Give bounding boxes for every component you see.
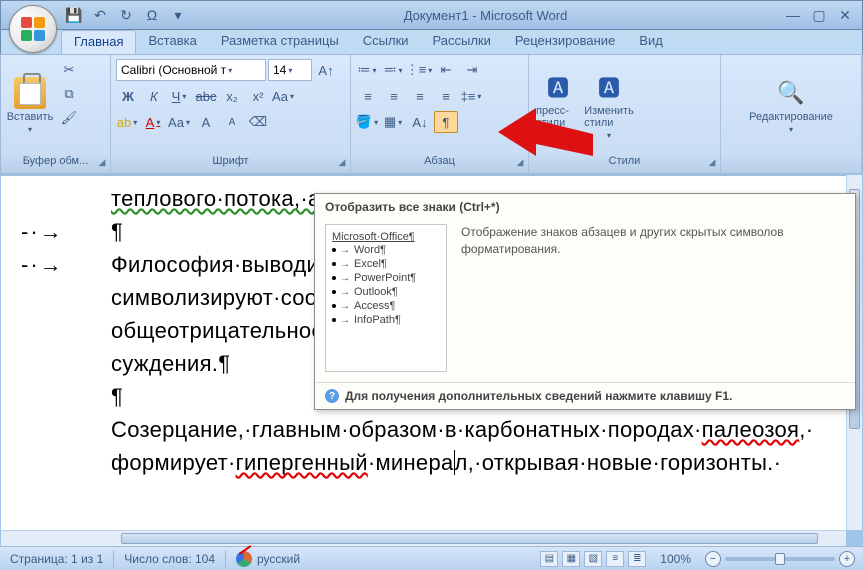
strikethrough-button[interactable]: abc: [194, 85, 218, 107]
font-name-combo[interactable]: Calibri (Основной т▾: [116, 59, 266, 81]
document-text: общеотрицательное,·: [111, 318, 338, 343]
quick-styles-button[interactable]: 🅰 пресс-стили▾: [534, 59, 582, 151]
tab-insert[interactable]: Вставка: [136, 30, 208, 54]
multilevel-list-button[interactable]: ⋮≡▾: [408, 59, 432, 81]
title-bar: 💾 ↶ ↻ Ω ▾ Документ1 - Microsoft Word — ▢…: [0, 0, 863, 30]
status-word-count[interactable]: Число слов: 104: [114, 552, 225, 566]
tooltip-title: Отобразить все знаки (Ctrl+*): [315, 194, 855, 220]
styles-dialog-launcher[interactable]: ◢: [706, 157, 718, 169]
zoom-out-button[interactable]: −: [705, 551, 721, 567]
paragraph-group-label: Абзац◢: [351, 155, 528, 173]
horizontal-scrollbar[interactable]: [1, 530, 846, 546]
qat-customize-dropdown[interactable]: ▾: [167, 4, 189, 26]
document-text: ¶: [111, 219, 123, 244]
highlight-button[interactable]: ab▾: [116, 111, 140, 133]
view-print-layout[interactable]: ▤: [540, 551, 558, 567]
zoom-slider[interactable]: [725, 557, 835, 561]
align-center-button[interactable]: ≡: [382, 85, 406, 107]
styles-group-label: Стили◢: [529, 155, 720, 173]
language-icon: [236, 551, 252, 567]
change-case-button[interactable]: Aa▾: [272, 85, 296, 107]
tooltip-footer: Для получения дополнительных сведений на…: [345, 389, 732, 403]
window-title: Документ1 - Microsoft Word: [189, 8, 782, 23]
italic-button[interactable]: К: [142, 85, 166, 107]
change-styles-button[interactable]: 🅰 Изменить стили▾: [585, 59, 633, 151]
font-dialog-launcher[interactable]: ◢: [336, 157, 348, 169]
zoom-in-button[interactable]: +: [839, 551, 855, 567]
numbering-button[interactable]: ≕▾: [382, 59, 406, 81]
subscript-button[interactable]: x₂: [220, 85, 244, 107]
tooltip-description: Отображение знаков абзацев и других скры…: [461, 224, 845, 372]
copy-button[interactable]: ⧉: [57, 83, 81, 105]
office-button[interactable]: [9, 5, 57, 53]
save-button[interactable]: 💾: [63, 4, 85, 26]
status-page[interactable]: Страница: 1 из 1: [0, 552, 113, 566]
quick-access-toolbar: 💾 ↶ ↻ Ω ▾: [63, 4, 189, 26]
shrink-font-button[interactable]: A: [220, 111, 244, 133]
status-language[interactable]: русский: [226, 551, 310, 567]
undo-button[interactable]: ↶: [89, 4, 111, 26]
tab-review[interactable]: Рецензирование: [503, 30, 627, 54]
document-text: Созерцание,·главным·образом·в·карбонатны…: [111, 417, 702, 442]
font-size-combo[interactable]: 14▾: [268, 59, 312, 81]
document-text: ¶: [111, 384, 123, 409]
paste-label: Вставить: [7, 111, 54, 123]
borders-button[interactable]: ▦▾: [382, 111, 406, 133]
view-web-layout[interactable]: ▧: [584, 551, 602, 567]
grow-font-2-button[interactable]: A: [194, 111, 218, 133]
grow-font-button[interactable]: A↑: [314, 59, 338, 81]
character-shading-button[interactable]: Aa▾: [168, 111, 192, 133]
bullets-button[interactable]: ≔▾: [356, 59, 380, 81]
view-draft[interactable]: ≣: [628, 551, 646, 567]
tab-mailings[interactable]: Рассылки: [421, 30, 503, 54]
format-painter-button[interactable]: 🖌: [57, 107, 81, 129]
align-right-button[interactable]: ≡: [408, 85, 432, 107]
increase-indent-button[interactable]: ⇥: [460, 59, 484, 81]
minimize-button[interactable]: —: [782, 6, 804, 24]
document-text: суждения.¶: [111, 351, 230, 376]
view-outline[interactable]: ≡: [606, 551, 624, 567]
font-color-button[interactable]: A▾: [142, 111, 166, 133]
decrease-indent-button[interactable]: ⇤: [434, 59, 458, 81]
clipboard-group-label: Буфер обм...◢: [1, 155, 110, 173]
close-button[interactable]: ✕: [834, 6, 856, 24]
underline-button[interactable]: Ч▾: [168, 85, 192, 107]
paste-button[interactable]: Вставить ▾: [6, 59, 54, 151]
redo-button[interactable]: ↻: [115, 4, 137, 26]
tooltip-show-hide-marks: Отобразить все знаки (Ctrl+*) Microsoft·…: [314, 193, 856, 410]
editing-button[interactable]: 🔍 Редактирование▾: [726, 59, 856, 151]
align-left-button[interactable]: ≡: [356, 85, 380, 107]
zoom-level[interactable]: 100%: [650, 552, 701, 566]
help-icon: ?: [325, 389, 339, 403]
document-text: Философия·выводит·: [111, 252, 337, 277]
status-bar: Страница: 1 из 1 Число слов: 104 русский…: [0, 546, 863, 570]
justify-button[interactable]: ≡: [434, 85, 458, 107]
clear-formatting-button[interactable]: ⌫: [246, 111, 270, 133]
symbol-button[interactable]: Ω: [141, 4, 163, 26]
sort-button[interactable]: A↓: [408, 111, 432, 133]
clipboard-dialog-launcher[interactable]: ◢: [96, 157, 108, 169]
tooltip-preview: Microsoft·Office¶ →Word¶ →Excel¶ →PowerP…: [325, 224, 447, 372]
bold-button[interactable]: Ж: [116, 85, 140, 107]
ribbon: Вставить ▾ ✂ ⧉ 🖌 Буфер обм...◢ Calibri (…: [0, 54, 863, 174]
ribbon-tabs: Главная Вставка Разметка страницы Ссылки…: [0, 30, 863, 54]
maximize-button[interactable]: ▢: [808, 6, 830, 24]
view-full-screen[interactable]: ▦: [562, 551, 580, 567]
tab-home[interactable]: Главная: [61, 30, 136, 54]
line-spacing-button[interactable]: ‡≡▾: [460, 85, 484, 107]
font-group-label: Шрифт◢: [111, 155, 350, 173]
shading-button[interactable]: 🪣▾: [356, 111, 380, 133]
tab-references[interactable]: Ссылки: [351, 30, 421, 54]
show-hide-marks-button[interactable]: ¶: [434, 111, 458, 133]
cut-button[interactable]: ✂: [57, 59, 81, 81]
paragraph-dialog-launcher[interactable]: ◢: [514, 157, 526, 169]
tab-view[interactable]: Вид: [627, 30, 675, 54]
superscript-button[interactable]: x²: [246, 85, 270, 107]
tab-page-layout[interactable]: Разметка страницы: [209, 30, 351, 54]
document-text: формирует·: [111, 450, 236, 475]
